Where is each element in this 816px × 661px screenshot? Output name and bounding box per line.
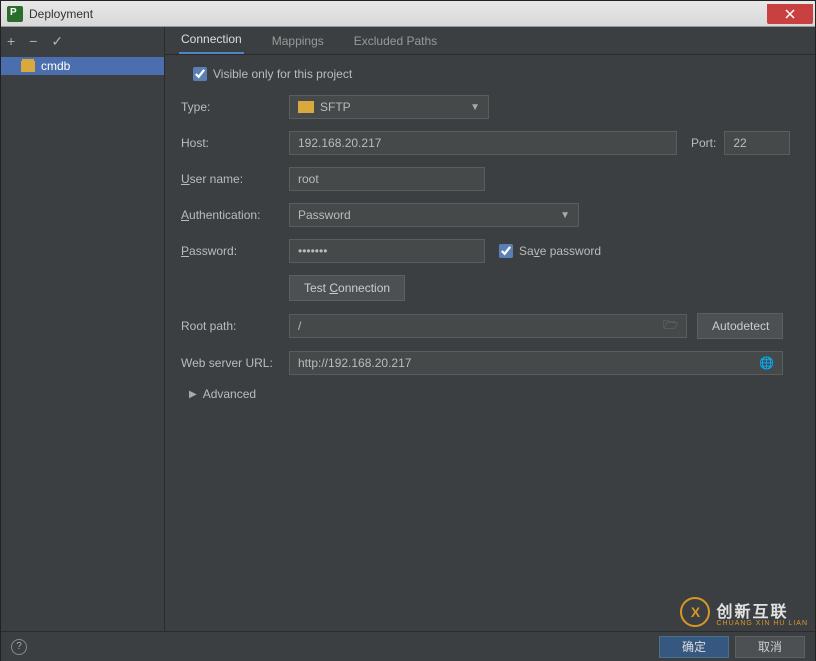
password-input[interactable] xyxy=(289,239,485,263)
visible-only-label: Visible only for this project xyxy=(213,67,352,81)
app-icon xyxy=(7,6,23,22)
tab-excluded[interactable]: Excluded Paths xyxy=(352,28,439,54)
web-server-url-label: Web server URL: xyxy=(181,356,289,370)
bottom-bar: ? 确定 取消 xyxy=(1,631,815,661)
sftp-icon xyxy=(298,101,314,113)
help-button[interactable]: ? xyxy=(11,639,27,655)
triangle-right-icon: ▶ xyxy=(189,389,197,400)
window-title: Deployment xyxy=(29,7,767,21)
host-input[interactable] xyxy=(289,131,677,155)
port-label: Port: xyxy=(691,136,716,150)
port-input[interactable] xyxy=(724,131,790,155)
authentication-label: Authentication: xyxy=(181,208,289,222)
sidebar-toolbar: + − ✓ xyxy=(1,27,164,55)
username-input[interactable] xyxy=(289,167,485,191)
web-server-url-input[interactable]: http://192.168.20.217 🌐 xyxy=(289,351,783,375)
root-path-input[interactable]: / 🗁 xyxy=(289,314,687,338)
tab-connection[interactable]: Connection xyxy=(179,26,244,54)
chevron-down-icon: ▼ xyxy=(560,210,570,221)
sftp-folder-icon xyxy=(21,61,35,72)
type-label: Type: xyxy=(181,100,289,114)
add-icon[interactable]: + xyxy=(7,33,15,49)
host-label: Host: xyxy=(181,136,289,150)
chevron-down-icon: ▼ xyxy=(470,102,480,113)
root-path-label: Root path: xyxy=(181,319,289,333)
remove-icon[interactable]: − xyxy=(29,33,37,49)
tab-bar: Connection Mappings Excluded Paths xyxy=(165,27,815,55)
autodetect-button[interactable]: Autodetect xyxy=(697,313,783,339)
watermark-text: 创新互联 xyxy=(716,598,808,622)
tree-item-label: cmdb xyxy=(41,59,70,73)
cancel-button[interactable]: 取消 xyxy=(735,636,805,658)
close-button[interactable] xyxy=(767,4,813,24)
check-icon[interactable]: ✓ xyxy=(51,33,63,50)
save-password-checkbox[interactable] xyxy=(499,244,513,258)
globe-icon[interactable]: 🌐 xyxy=(759,356,774,370)
server-tree: cmdb xyxy=(1,55,164,75)
tree-item-cmdb[interactable]: cmdb xyxy=(1,57,164,75)
connection-form: Visible only for this project Type: SFTP… xyxy=(165,55,815,413)
authentication-select[interactable]: Password ▼ xyxy=(289,203,579,227)
advanced-expander[interactable]: ▶ Advanced xyxy=(189,387,799,401)
visible-only-checkbox[interactable] xyxy=(193,67,207,81)
ok-button[interactable]: 确定 xyxy=(659,636,729,658)
tab-mappings[interactable]: Mappings xyxy=(270,28,326,54)
password-label: Password: xyxy=(181,244,289,258)
type-select[interactable]: SFTP ▼ xyxy=(289,95,489,119)
title-bar: Deployment xyxy=(1,1,815,27)
save-password-label: Save password xyxy=(519,244,601,258)
watermark: X 创新互联 CHUANG XIN HU LIAN xyxy=(680,597,808,627)
folder-icon[interactable]: 🗁 xyxy=(663,316,678,337)
watermark-sub: CHUANG XIN HU LIAN xyxy=(716,620,808,627)
sidebar: + − ✓ cmdb xyxy=(1,27,165,631)
test-connection-button[interactable]: Test Connection xyxy=(289,275,405,301)
username-label: User name: xyxy=(181,172,289,186)
watermark-logo: X xyxy=(680,597,710,627)
